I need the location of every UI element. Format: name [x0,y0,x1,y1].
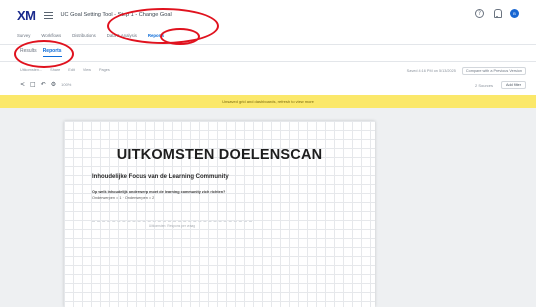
save-status: Saved 4:16 PM on 5/13/2025 [406,69,456,73]
hamburger-menu-icon[interactable] [43,11,53,19]
avatar[interactable]: B [510,9,519,18]
info-banner: Unsaved grid and dashboards, refresh to … [0,95,536,108]
menu-edit[interactable]: Edit [68,68,75,72]
menu-share[interactable]: Share [50,68,60,72]
document-title[interactable]: UITKOMSTEN DOELENSCAN [64,147,375,163]
sources-label[interactable]: 2 Sources [475,83,493,88]
help-icon[interactable]: ? [475,9,484,18]
report-menu-bar: Uitkomsten... Share Edit View Pages Save… [20,66,526,76]
tab-survey[interactable]: Survey [17,33,30,38]
save-status-area: Saved 4:16 PM on 5/13/2025 Compare with … [407,67,526,75]
toolbar-left: < □ ↶ ⚙ 100% [20,81,71,88]
xm-logo[interactable]: XM [17,8,36,23]
app-window: XM UC Goal Setting Tool - Step 1 - Chang… [0,0,536,307]
report-page[interactable]: UITKOMSTEN DOELENSCAN Inhoudelijke Focus… [64,121,375,307]
menu-report-name[interactable]: Uitkomsten... [20,68,42,72]
answer-text[interactable]: Onderwerpen = 1 · Onderwerpen = 2 [92,196,154,200]
undo-icon[interactable]: ↶ [41,81,46,88]
nav-divider [0,44,536,45]
page-icon[interactable]: □ [30,81,36,88]
menu-view[interactable]: View [83,68,91,72]
header-actions: ? B [475,9,519,18]
subtab-divider [0,61,536,62]
compare-version-button[interactable]: Compare with a Previous Version [461,67,526,75]
tab-distributions[interactable]: Distributions [72,33,96,38]
zoom-select[interactable]: 100% [61,82,71,87]
tab-workflows[interactable]: Workflows [41,33,61,38]
report-toolbar: < □ ↶ ⚙ 100% 2 Sources Add filter [20,81,526,91]
annotation-circle-subtabs [14,40,74,68]
question-text[interactable]: Op welk inhoudelijk onderwerp moet de le… [92,190,225,194]
banner-text: Unsaved grid and dashboards, refresh to … [222,99,314,104]
document-subtitle[interactable]: Inhoudelijke Focus van de Learning Commu… [92,174,229,180]
menu-list: Uitkomsten... Share Edit View Pages [20,68,110,72]
bell-icon[interactable] [493,9,502,18]
settings-icon[interactable]: ⚙ [51,81,56,88]
visualization-placeholder[interactable]: Uitkomsten: Respons per vraag [92,221,252,228]
share-icon[interactable]: < [20,81,25,88]
top-header: XM UC Goal Setting Tool - Step 1 - Chang… [0,0,536,30]
toolbar-right: 2 Sources Add filter [475,81,526,89]
annotation-circle-reports-tab [160,28,200,45]
add-filter-button[interactable]: Add filter [501,81,526,89]
menu-pages[interactable]: Pages [99,68,110,72]
